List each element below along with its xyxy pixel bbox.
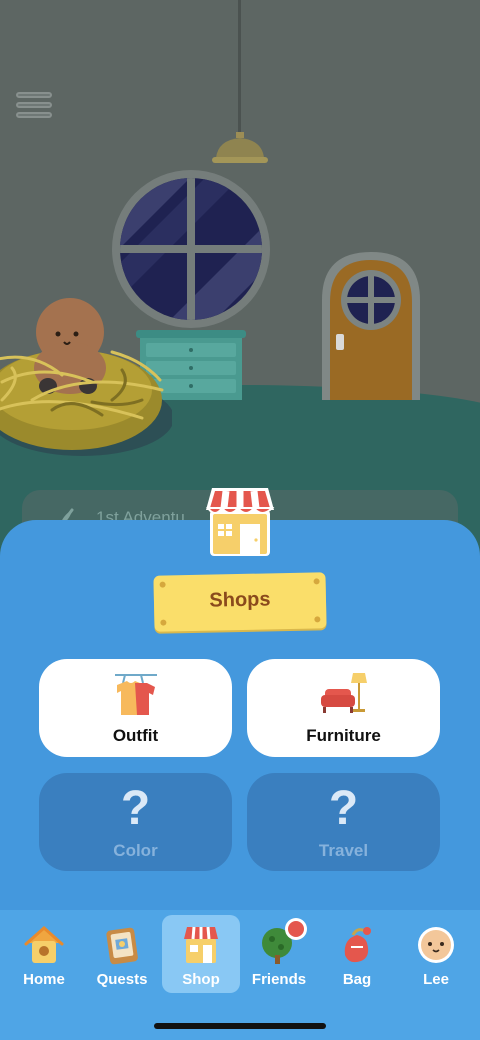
question-icon: ?: [328, 782, 359, 835]
ceiling-lamp-icon: [212, 132, 268, 163]
travel-label: Travel: [318, 841, 369, 860]
room-scene: 1st Adventu: [0, 0, 480, 560]
outfit-label: Outfit: [112, 726, 159, 745]
menu-icon[interactable]: [16, 92, 52, 120]
sofa-lamp-icon: [321, 673, 367, 713]
nav-home[interactable]: Home: [5, 915, 83, 993]
home-indicator: [154, 1023, 326, 1029]
room-door[interactable]: [322, 252, 420, 400]
travel-shop-card-locked[interactable]: ? Travel: [247, 773, 440, 871]
bottom-nav: Home Quests Shop Friends Bag Lee: [0, 910, 480, 1040]
furniture-shop-card[interactable]: Furniture: [247, 659, 440, 757]
shops-title: Shops: [209, 588, 271, 612]
avatar-face-icon: [418, 927, 454, 963]
notification-badge-icon: [285, 918, 307, 940]
birdhouse-icon: [24, 925, 64, 963]
color-label: Color: [113, 841, 158, 860]
outfit-shop-card[interactable]: Outfit: [39, 659, 232, 757]
nav-quests[interactable]: Quests: [83, 915, 161, 993]
nav-home-label: Home: [23, 971, 65, 988]
color-shop-card-locked[interactable]: ? Color: [39, 773, 232, 871]
nav-profile[interactable]: Lee: [397, 915, 475, 993]
shop-icon: [184, 926, 218, 963]
lamp-cord: [238, 0, 241, 138]
nav-quests-label: Quests: [96, 971, 148, 988]
shop-storefront-icon: [206, 488, 275, 556]
nav-shop[interactable]: Shop: [162, 915, 240, 993]
shops-title-plaque: Shops: [153, 572, 327, 632]
nest-with-pet: [0, 298, 172, 456]
clothes-icon: [115, 674, 157, 715]
nav-friends[interactable]: Friends: [240, 915, 318, 993]
nav-profile-label: Lee: [423, 971, 449, 988]
nav-friends-label: Friends: [251, 971, 307, 988]
question-icon: ?: [120, 782, 151, 835]
bag-icon: [344, 927, 371, 963]
furniture-label: Furniture: [306, 726, 381, 745]
quest-board-icon: [106, 927, 138, 965]
nav-bag-label: Bag: [342, 971, 372, 988]
nav-shop-label: Shop: [182, 971, 220, 988]
nav-bag[interactable]: Bag: [318, 915, 396, 993]
